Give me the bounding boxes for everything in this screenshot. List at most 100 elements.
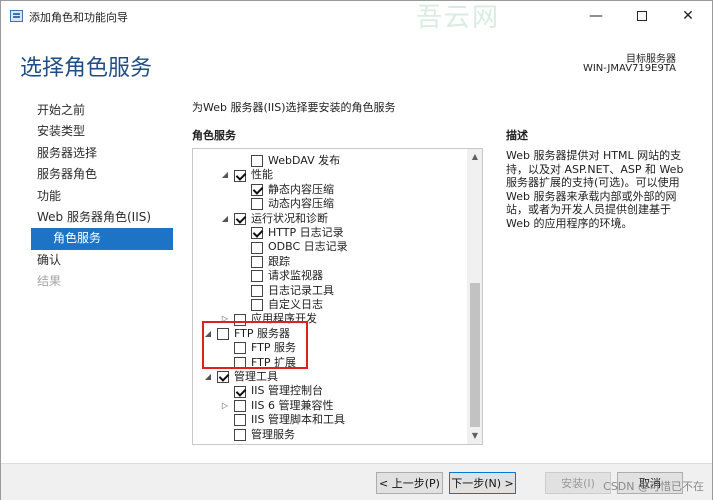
tree-item-label: 应用程序开发	[251, 312, 317, 326]
tree-item-checkbox[interactable]	[234, 385, 246, 398]
tree-item[interactable]: IIS 管理控制台	[220, 384, 323, 398]
target-server-value: WIN-JMAV719E9TA	[582, 63, 676, 74]
scroll-up-icon[interactable]: ▲	[467, 149, 482, 165]
collapsed-arrow-icon[interactable]: ▷	[220, 312, 230, 326]
tree-item[interactable]: WebDAV 发布	[237, 154, 340, 168]
tree-item[interactable]: 静态内容压缩	[237, 183, 334, 197]
tree-item-label: HTTP 日志记录	[268, 226, 344, 239]
close-button[interactable]: ✕	[665, 1, 711, 31]
nav-item-confirmation[interactable]: 确认	[31, 250, 173, 271]
tree-item[interactable]: FTP 扩展	[220, 356, 296, 370]
role-services-tree[interactable]: WebDAV 发布 ◢ 性能 静态内容压缩 动态内容压缩 ◢ 运行状况和诊断 HTTP 日志记…	[192, 148, 483, 445]
tree-item[interactable]: IIS 管理脚本和工具	[220, 413, 345, 427]
tree-item-label: ODBC 日志记录	[268, 240, 348, 254]
tree-item-checkbox[interactable]	[234, 414, 246, 427]
tree-item-checkbox[interactable]	[251, 255, 263, 268]
tree-item[interactable]: ▷ 应用程序开发	[220, 312, 317, 326]
tree-item-label: 自定义日志	[268, 298, 323, 311]
tree-item-checkbox[interactable]	[251, 284, 263, 297]
tree-item[interactable]: ◢ FTP 服务器	[203, 327, 290, 341]
tree-item-label: FTP 扩展	[251, 355, 296, 369]
tree-item[interactable]: HTTP 日志记录	[237, 226, 344, 240]
previous-button[interactable]: < 上一步(P)	[376, 472, 443, 494]
server-manager-icon	[10, 10, 23, 22]
nav-item-server-roles[interactable]: 服务器角色	[31, 164, 173, 185]
nav-item-results: 结果	[37, 274, 62, 289]
nav-item-web-server-role[interactable]: Web 服务器角色(IIS)	[31, 207, 173, 228]
tree-item-checkbox[interactable]	[234, 356, 246, 369]
tree-item-checkbox[interactable]	[234, 428, 246, 441]
tree-item-label: 静态内容压缩	[268, 182, 334, 196]
tree-item-checkbox[interactable]	[234, 212, 246, 225]
nav-item-role-services[interactable]: 角色服务	[31, 228, 173, 250]
tree-item-label: WebDAV 发布	[268, 154, 341, 167]
watermark-bottom: CSDN @可惜已不在	[603, 480, 704, 493]
tree-item-checkbox[interactable]	[234, 313, 246, 326]
expanded-arrow-icon[interactable]: ◢	[203, 327, 213, 341]
tree-item[interactable]: ODBC 日志记录	[237, 240, 348, 254]
tree-item-checkbox[interactable]	[251, 241, 263, 254]
tree-item[interactable]: ◢ 管理工具	[203, 370, 278, 384]
page-title: 选择角色服务	[20, 56, 153, 81]
tree-item-checkbox[interactable]	[217, 371, 229, 384]
tree-item[interactable]: 请求监视器	[237, 269, 323, 283]
window-title: 添加角色和功能向导	[29, 11, 128, 24]
description-heading: 描述	[506, 129, 528, 142]
tree-item-label: IIS 管理脚本和工具	[251, 413, 345, 427]
expanded-arrow-icon[interactable]: ◢	[220, 168, 230, 182]
tree-item-label: 日志记录工具	[268, 283, 334, 297]
maximize-icon	[637, 11, 647, 21]
tree-item-checkbox[interactable]	[251, 198, 263, 211]
tree-item[interactable]: 自定义日志	[237, 298, 323, 312]
tree-item[interactable]: ▷ IIS 6 管理兼容性	[220, 399, 333, 413]
tree-item-checkbox[interactable]	[251, 227, 263, 240]
maximize-button[interactable]	[619, 1, 665, 31]
tree-item[interactable]: FTP 服务	[220, 341, 296, 355]
title-bar: 添加角色和功能向导 吾云网 — ✕	[1, 1, 712, 33]
tree-item[interactable]: ◢ 性能	[220, 168, 273, 182]
scroll-thumb[interactable]	[470, 283, 480, 427]
vertical-scrollbar[interactable]: ▲ ▼	[467, 149, 482, 444]
tree-item[interactable]: 跟踪	[237, 255, 290, 269]
tree-item-label: 跟踪	[268, 254, 290, 268]
tree-item-checkbox[interactable]	[251, 299, 263, 312]
nav-item-features[interactable]: 功能	[31, 186, 173, 207]
nav-item-before-you-begin[interactable]: 开始之前	[31, 100, 173, 121]
tree-item-label: FTP 服务	[251, 341, 296, 355]
tree-item-label: IIS 6 管理兼容性	[251, 398, 334, 412]
nav-item-installation-type[interactable]: 安装类型	[31, 121, 173, 142]
tree-item-label: 请求监视器	[268, 269, 323, 283]
wizard-window: 添加角色和功能向导 吾云网 — ✕ 选择角色服务 目标服务器 WIN-JMAV7…	[0, 0, 713, 500]
tree-item[interactable]: 日志记录工具	[237, 284, 334, 298]
next-button[interactable]: 下一步(N) >	[449, 472, 516, 494]
expanded-arrow-icon[interactable]: ◢	[220, 212, 230, 226]
tree-item-checkbox[interactable]	[251, 155, 263, 168]
tree-item-checkbox[interactable]	[251, 183, 263, 196]
expanded-arrow-icon[interactable]: ◢	[203, 370, 213, 384]
install-button: 安装(I)	[545, 472, 611, 494]
tree-item-label: IIS 管理控制台	[251, 384, 323, 398]
description-text: Web 服务器提供对 HTML 网站的支持，以及对 ASP.NET、ASP 和 …	[506, 149, 684, 230]
tree-item[interactable]: 动态内容压缩	[237, 197, 334, 211]
tree-item-label: 运行状况和诊断	[251, 211, 328, 225]
tree-item-checkbox[interactable]	[234, 399, 246, 412]
watermark-top: 吾云网	[416, 3, 501, 33]
tree-item-label: 动态内容压缩	[268, 197, 334, 211]
tree-item[interactable]: 管理服务	[220, 428, 295, 442]
collapsed-arrow-icon[interactable]: ▷	[220, 399, 230, 413]
tree-item-checkbox[interactable]	[217, 327, 229, 340]
nav-item-server-selection[interactable]: 服务器选择	[31, 143, 173, 164]
minimize-button[interactable]: —	[573, 1, 619, 31]
instruction-text: 为Web 服务器(IIS)选择要安装的角色服务	[192, 101, 396, 114]
role-services-heading: 角色服务	[192, 129, 236, 142]
tree-item[interactable]: ◢ 运行状况和诊断	[220, 212, 328, 226]
tree-item-label: 管理服务	[251, 427, 295, 441]
scroll-down-icon[interactable]: ▼	[467, 428, 482, 444]
tree-item-checkbox[interactable]	[234, 169, 246, 182]
tree-item-checkbox[interactable]	[251, 270, 263, 283]
tree-item-label: 管理工具	[234, 370, 278, 383]
wizard-footer: < 上一步(P) 下一步(N) > 安装(I) 取消 CSDN @可惜已不在	[1, 463, 712, 500]
wizard-header: 选择角色服务 目标服务器 WIN-JMAV719E9TA	[1, 31, 712, 89]
tree-item-checkbox[interactable]	[234, 342, 246, 355]
tree-item-label: 性能	[251, 168, 273, 182]
